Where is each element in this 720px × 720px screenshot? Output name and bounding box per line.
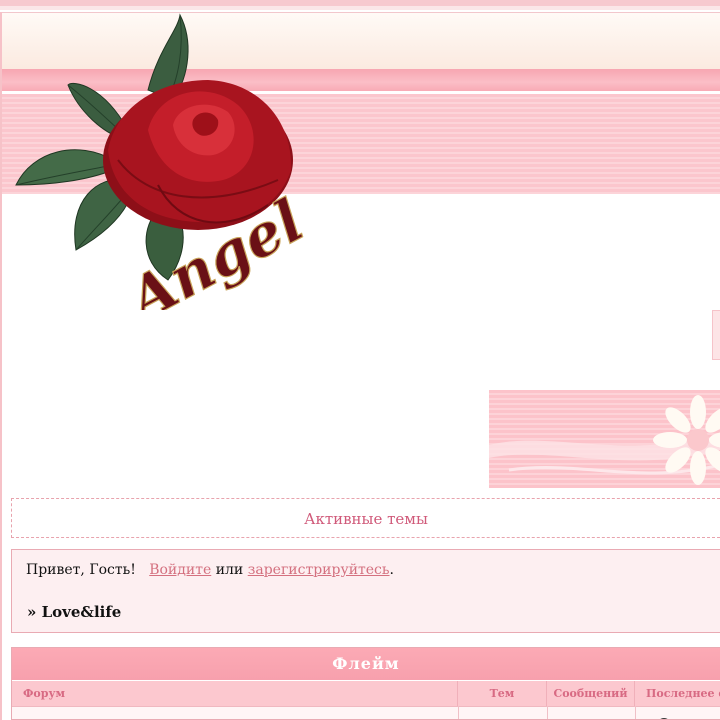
column-forum: Форум: [12, 681, 458, 706]
category-title[interactable]: Флейм: [12, 648, 720, 680]
row-divider: [458, 706, 459, 719]
period-text: .: [389, 562, 394, 578]
breadcrumb-title[interactable]: Love&life: [42, 603, 122, 621]
greeting-text: Привет, Гость!: [26, 562, 136, 578]
column-last-post: Последнее сообщение: [635, 681, 720, 706]
greeting-line: Привет, Гость! Войдите или зарегистрируй…: [26, 562, 394, 578]
active-topics-link[interactable]: Активные темы: [11, 498, 720, 538]
welcome-box: Привет, Гость! Войдите или зарегистрируй…: [11, 549, 720, 633]
column-posts: Сообщений: [547, 681, 635, 706]
login-link[interactable]: Войдите: [149, 562, 211, 578]
row-divider: [635, 706, 636, 719]
side-panel-edge: [712, 310, 720, 360]
flower-banner: [489, 390, 720, 488]
or-text: или: [215, 562, 244, 578]
forum-category-table: Флейм Форум Тем Сообщений Последнее сооб…: [11, 647, 720, 720]
register-link[interactable]: зарегистрируйтесь: [248, 562, 390, 578]
breadcrumb: » Love&life: [27, 603, 121, 621]
left-border: [0, 12, 2, 720]
breadcrumb-arrow: »: [27, 603, 37, 621]
table-row[interactable]: [12, 706, 720, 719]
rose-logo: Angel: [8, 10, 315, 337]
row-divider: [547, 706, 548, 719]
active-topics-label[interactable]: Активные темы: [304, 510, 428, 528]
column-topics: Тем: [458, 681, 547, 706]
